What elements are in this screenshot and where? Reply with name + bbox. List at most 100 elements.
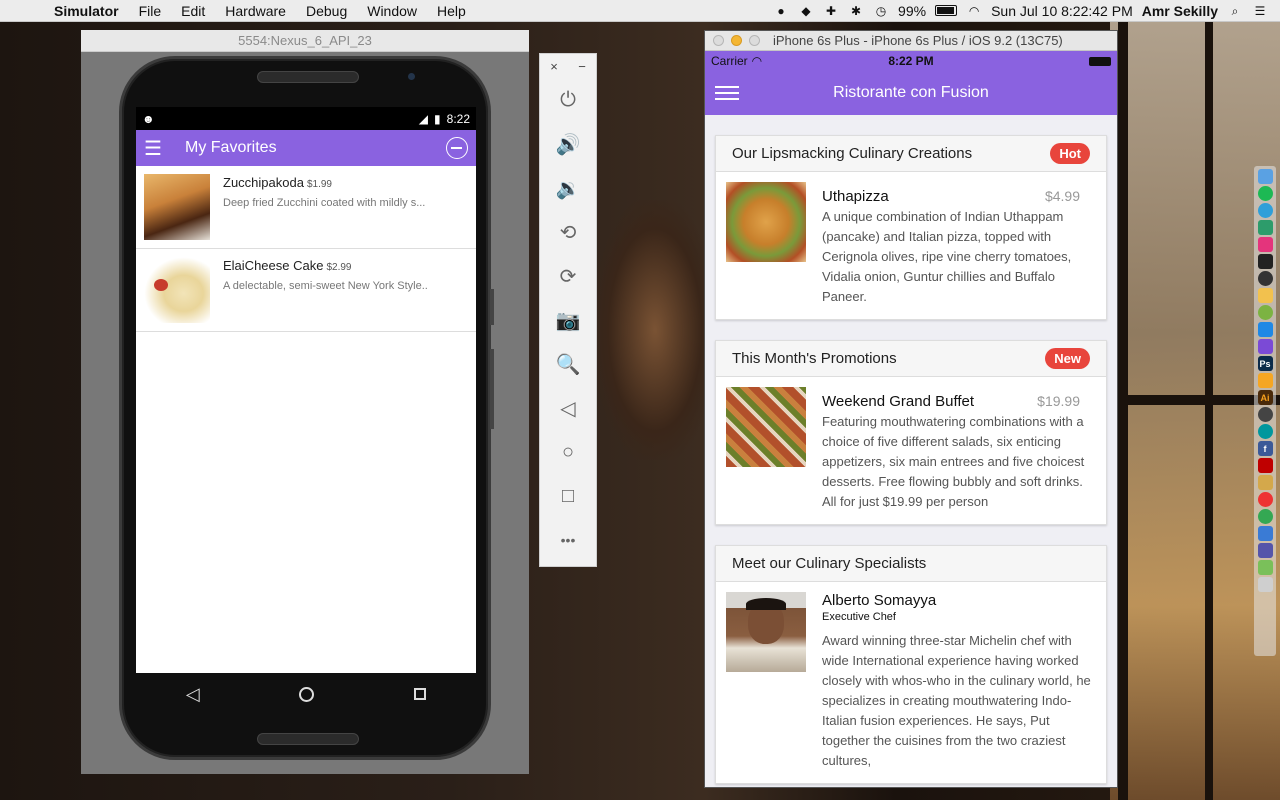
emulator-title-bar[interactable]: 5554:Nexus_6_API_23: [81, 30, 529, 52]
menu-debug[interactable]: Debug: [296, 3, 357, 19]
menu-help[interactable]: Help: [427, 3, 476, 19]
minimize-icon[interactable]: −: [578, 59, 586, 74]
phone-power-button[interactable]: [490, 289, 494, 325]
desktop-window-frame: [1118, 22, 1128, 800]
rotate-left-icon[interactable]: ⟲: [540, 210, 596, 254]
telegram-icon[interactable]: [1257, 203, 1273, 218]
promotion-card[interactable]: This Month's Promotions New Weekend Gran…: [715, 340, 1107, 525]
hamburger-menu-icon[interactable]: [715, 82, 739, 104]
zoom-icon[interactable]: 🔍: [540, 342, 596, 386]
menu-extras: ● ◆ ✚ ✱ ◷ 99% ◠ Sun Jul 10 8:22:42 PM Am…: [773, 3, 1280, 19]
filezilla-icon[interactable]: [1257, 458, 1273, 473]
battery-icon[interactable]: [935, 5, 958, 16]
more-icon[interactable]: •••: [540, 518, 596, 562]
close-button[interactable]: [713, 35, 724, 46]
bluetooth-app-icon[interactable]: [1257, 543, 1273, 558]
android-status-bar: ☻ ◢ ▮ 8:22: [136, 107, 476, 130]
phone-camera: [408, 73, 415, 80]
featured-dish-card[interactable]: Our Lipsmacking Culinary Creations Hot U…: [715, 135, 1107, 320]
android-status-time: 8:22: [446, 111, 470, 126]
remove-circle-icon[interactable]: [446, 137, 468, 159]
wifi-icon[interactable]: ◠: [966, 4, 982, 18]
pink-app-icon[interactable]: [1257, 237, 1273, 252]
menu-file[interactable]: File: [129, 3, 172, 19]
android-studio-icon[interactable]: [1257, 305, 1273, 320]
dish-description: A unique combination of Indian Uthappam …: [822, 209, 1072, 304]
facebook-icon[interactable]: f: [1257, 441, 1273, 456]
plus-icon[interactable]: ✚: [823, 4, 839, 18]
terminal-icon[interactable]: [1257, 254, 1273, 269]
illustrator-icon[interactable]: Ai: [1257, 390, 1273, 405]
battery-percent: 99%: [898, 2, 927, 19]
menu-hardware[interactable]: Hardware: [215, 3, 296, 19]
menu-bar: Simulator File Edit Hardware Debug Windo…: [0, 0, 1280, 22]
close-icon[interactable]: ×: [550, 59, 558, 74]
arduino-icon[interactable]: [1257, 424, 1273, 439]
card-header-title: This Month's Promotions: [732, 350, 897, 367]
phone-speaker-top: [257, 71, 359, 83]
android-nav-bar: ◁: [136, 673, 476, 715]
ios-status-time: 8:22 PM: [888, 54, 934, 68]
incognito-icon[interactable]: ●: [773, 4, 789, 18]
green-app-icon[interactable]: [1257, 509, 1273, 524]
nav-back-icon[interactable]: ◁: [186, 684, 200, 705]
spotify-icon[interactable]: [1257, 186, 1273, 201]
nav-home-icon[interactable]: [299, 686, 315, 702]
leader-card[interactable]: Meet our Culinary Specialists Alberto So…: [715, 545, 1107, 784]
battery-icon: ▮: [434, 111, 441, 126]
sketch-icon[interactable]: [1257, 373, 1273, 388]
camera-icon[interactable]: 📷: [540, 298, 596, 342]
xcode-icon[interactable]: [1257, 322, 1273, 337]
time-machine-icon[interactable]: ◷: [873, 4, 889, 18]
card-header: Our Lipsmacking Culinary Creations Hot: [716, 136, 1106, 172]
search-icon[interactable]: ⌕: [1227, 4, 1243, 18]
star-app-icon[interactable]: [1257, 339, 1273, 354]
phone-volume-button[interactable]: [490, 349, 494, 429]
music-icon[interactable]: [1257, 407, 1273, 422]
trash-icon[interactable]: [1257, 577, 1273, 592]
window-controls: [705, 35, 769, 46]
notes-icon[interactable]: [1257, 560, 1273, 575]
minimize-button[interactable]: [731, 35, 742, 46]
volume-up-icon[interactable]: 🔊: [540, 122, 596, 166]
back-icon[interactable]: ◁: [540, 386, 596, 430]
overview-icon[interactable]: □: [540, 474, 596, 518]
ios-title-bar[interactable]: iPhone 6s Plus - iPhone 6s Plus / iOS 9.…: [705, 31, 1117, 51]
list-item[interactable]: ElaiCheese Cake $2.99 A delectable, semi-…: [136, 249, 476, 332]
photoshop-icon[interactable]: Ps: [1257, 356, 1273, 371]
android-toolbar-title: My Favorites: [185, 139, 277, 156]
asterisk-icon[interactable]: ✱: [848, 4, 864, 18]
sublime-icon[interactable]: [1257, 220, 1273, 235]
power-icon[interactable]: ⏻: [540, 78, 596, 122]
blue-app-icon[interactable]: [1257, 526, 1273, 541]
list-item[interactable]: Zucchipakoda $1.99 Deep fried Zucchini co…: [136, 166, 476, 249]
menu-user[interactable]: Amr Sekilly: [1142, 3, 1218, 19]
menu-app-simulator[interactable]: Simulator: [44, 3, 129, 19]
card-header-title: Our Lipsmacking Culinary Creations: [732, 145, 973, 162]
android-notification-icon: ☻: [142, 111, 155, 126]
phone-speaker-bottom: [257, 733, 359, 745]
github-icon[interactable]: [1257, 271, 1273, 286]
nav-overview-icon[interactable]: [414, 688, 427, 700]
rotate-right-icon[interactable]: ⟳: [540, 254, 596, 298]
chef-avatar: [726, 592, 806, 672]
zoom-button[interactable]: [749, 35, 760, 46]
android-emulator-window: 5554:Nexus_6_API_23 ☻ ◢ ▮ 8:22 ☰ My Favo…: [81, 30, 529, 774]
hamburger-menu-icon[interactable]: ☰: [144, 136, 176, 161]
menu-edit[interactable]: Edit: [171, 3, 215, 19]
signal-icon: ◢: [418, 111, 429, 126]
notification-center-icon[interactable]: ☰: [1252, 4, 1268, 18]
code-icon[interactable]: [1257, 288, 1273, 303]
dish-thumbnail: [144, 174, 210, 240]
volume-down-icon[interactable]: 🔉: [540, 166, 596, 210]
home-icon[interactable]: ○: [540, 430, 596, 474]
gold-app-icon[interactable]: [1257, 475, 1273, 490]
finder-icon[interactable]: [1257, 169, 1273, 184]
chrome-icon[interactable]: [1257, 492, 1273, 507]
menu-datetime[interactable]: Sun Jul 10 8:22:42 PM: [991, 3, 1133, 19]
desktop-wallpaper-figure: [595, 200, 715, 460]
menu-window[interactable]: Window: [357, 3, 427, 19]
dropbox-icon[interactable]: ◆: [798, 4, 814, 18]
ios-nav-title: Ristorante con Fusion: [833, 84, 989, 101]
chef-name: Alberto Somayya: [822, 592, 937, 609]
